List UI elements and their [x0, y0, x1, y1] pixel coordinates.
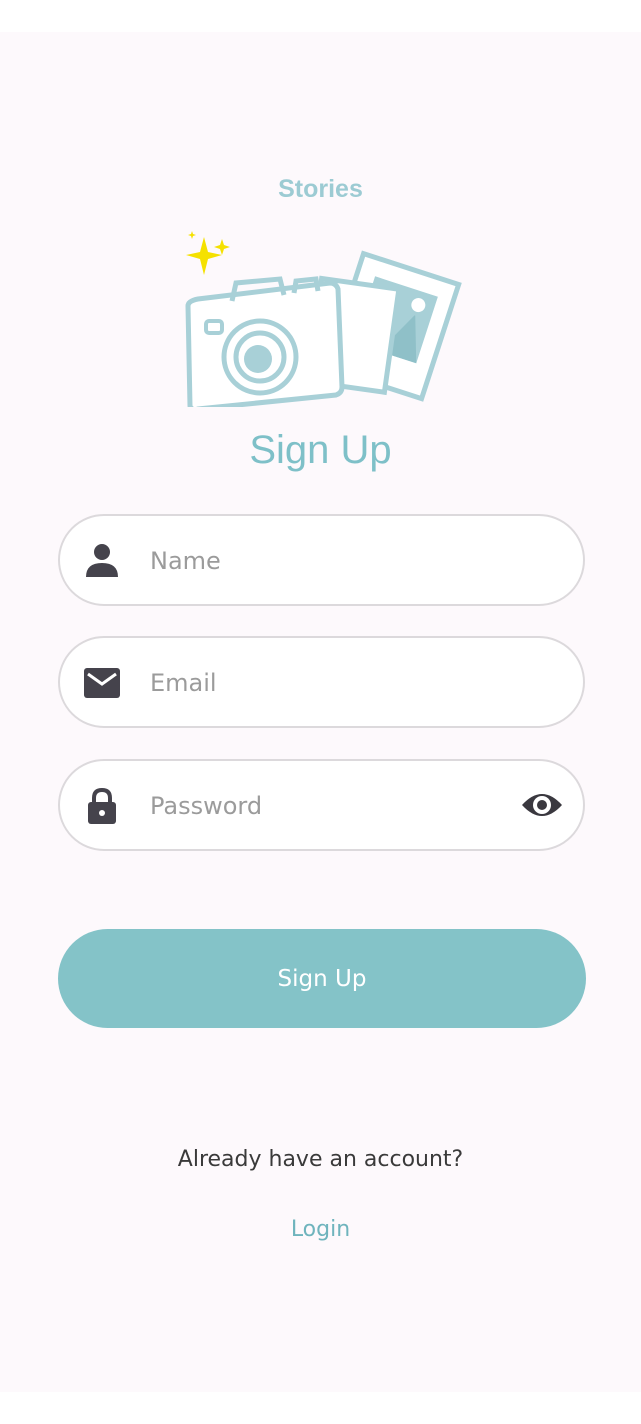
camera-photo-logo-icon	[185, 231, 462, 407]
sign-up-button[interactable]: Sign Up	[58, 929, 586, 1028]
person-icon	[86, 544, 118, 577]
app-screen: Stories Sign Up Name Email Sign Up Alrea…	[0, 32, 641, 1392]
login-link[interactable]: Login	[0, 1217, 641, 1242]
email-input[interactable]	[150, 660, 500, 706]
name-input[interactable]	[150, 538, 500, 584]
password-field[interactable]	[58, 759, 585, 851]
email-field[interactable]	[58, 636, 585, 728]
name-field[interactable]	[58, 514, 585, 606]
password-input[interactable]	[150, 783, 500, 829]
already-have-account-text: Already have an account?	[177, 1147, 464, 1172]
mail-icon	[84, 668, 120, 698]
page-title: Sign Up	[249, 428, 392, 472]
lock-icon	[88, 787, 116, 824]
eye-icon[interactable]	[521, 789, 563, 821]
